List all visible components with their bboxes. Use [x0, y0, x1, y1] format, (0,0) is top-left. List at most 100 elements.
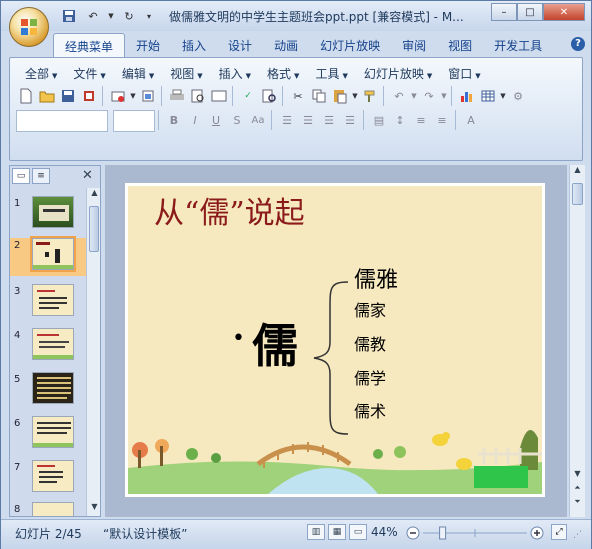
slide-thumbnail-selected[interactable]: 2 — [10, 236, 88, 276]
paste-icon[interactable] — [330, 86, 350, 106]
align-right-icon[interactable]: ☰ — [319, 110, 339, 130]
branch-item[interactable]: 儒学 — [354, 365, 386, 389]
align-center-icon[interactable]: ☰ — [298, 110, 318, 130]
print-preview-icon[interactable] — [188, 86, 208, 106]
tab-developer[interactable]: 开发工具 — [483, 33, 553, 57]
slide-thumbnail[interactable]: 1 — [10, 196, 88, 236]
align-left-icon[interactable]: ☰ — [277, 110, 297, 130]
justify-icon[interactable]: ☰ — [340, 110, 360, 130]
slide-thumbnail[interactable]: 4 — [10, 328, 88, 368]
branch-item[interactable]: 儒教 — [354, 331, 386, 355]
menu-file[interactable]: 文件 ▼ — [66, 63, 112, 84]
email-icon[interactable] — [108, 86, 128, 106]
cut-icon[interactable]: ✂ — [288, 86, 308, 106]
slide-thumbnail[interactable]: 7 — [10, 460, 88, 500]
change-case-icon[interactable]: Aa — [248, 110, 268, 130]
customize-qat-icon[interactable]: ▾ — [143, 7, 155, 25]
redo-icon[interactable]: ↷ — [419, 86, 439, 106]
branch-item[interactable]: 儒雅 — [354, 262, 398, 294]
slide-scrollbar[interactable]: ▲ ▼ ⏶ ⏷ — [569, 165, 585, 517]
fit-window-icon[interactable]: ⤢ — [551, 524, 567, 540]
menu-window[interactable]: 窗口 ▼ — [441, 63, 487, 84]
zoom-level[interactable]: 44% — [371, 525, 398, 539]
print-icon[interactable] — [167, 86, 187, 106]
font-size-combo[interactable] — [113, 110, 155, 132]
minimize-button[interactable]: – — [491, 3, 517, 21]
copy-icon[interactable] — [309, 86, 329, 106]
save-icon[interactable] — [59, 7, 79, 25]
main-character[interactable]: 儒 — [252, 310, 298, 376]
chart-icon[interactable] — [457, 86, 477, 106]
close-button[interactable]: ✕ — [543, 3, 585, 21]
branch-item[interactable]: 儒家 — [354, 297, 386, 321]
menu-tools[interactable]: 工具 ▼ — [308, 63, 354, 84]
font-name-combo[interactable] — [16, 110, 108, 132]
bullets-icon[interactable]: ≡ — [432, 110, 452, 130]
table-icon[interactable] — [478, 86, 498, 106]
slide-title[interactable]: 从“儒”说起 — [154, 194, 354, 234]
slide-thumbnail[interactable]: 8 — [10, 502, 88, 516]
permission-icon[interactable] — [79, 86, 99, 106]
zoom-slider[interactable] — [405, 524, 545, 542]
scroll-thumb[interactable] — [572, 183, 583, 205]
tab-design[interactable]: 设计 — [217, 33, 263, 57]
slide-thumbnail[interactable]: 3 — [10, 284, 88, 324]
scroll-up-icon[interactable]: ▲ — [571, 165, 584, 179]
thumbnail-scrollbar[interactable]: ▲ ▼ — [86, 188, 100, 516]
tab-classic-menu[interactable]: 经典菜单 — [53, 33, 126, 57]
chevron-down-icon[interactable]: ▼ — [440, 86, 448, 106]
slide-thumbnail[interactable]: 6 — [10, 416, 88, 456]
scroll-thumb[interactable] — [89, 206, 99, 252]
underline-icon[interactable]: U — [206, 110, 226, 130]
tab-view[interactable]: 视图 — [437, 33, 483, 57]
chevron-down-icon[interactable]: ▼ — [107, 7, 115, 25]
slide-thumbnail[interactable]: 5 — [10, 372, 88, 412]
scroll-down-icon[interactable]: ▼ — [88, 502, 101, 516]
open-folder-icon[interactable] — [37, 86, 57, 106]
tab-insert[interactable]: 插入 — [171, 33, 217, 57]
new-document-icon[interactable] — [16, 86, 36, 106]
zoom-icon[interactable]: ⚙ — [508, 86, 528, 106]
tab-animations[interactable]: 动画 — [263, 33, 309, 57]
tab-review[interactable]: 审阅 — [391, 33, 437, 57]
previous-slide-icon[interactable]: ⏶ — [571, 483, 584, 497]
resize-grip-icon[interactable]: ⋰ — [573, 530, 582, 540]
menu-slideshow[interactable]: 幻灯片放映 ▼ — [357, 63, 439, 84]
menu-view[interactable]: 视图 ▼ — [163, 63, 209, 84]
slide-sorter-icon[interactable]: ▦ — [328, 524, 346, 540]
tab-slideshow[interactable]: 幻灯片放映 — [309, 33, 391, 57]
current-slide[interactable]: 从“儒”说起 • 儒 儒雅 儒家 儒教 儒学 儒术 — [125, 183, 545, 497]
spelling-icon[interactable]: ✓ — [238, 86, 258, 106]
chevron-down-icon[interactable]: ▼ — [410, 86, 418, 106]
chevron-down-icon[interactable]: ▼ — [499, 86, 507, 106]
redo-icon[interactable]: ↻ — [119, 7, 139, 25]
slideshow-view-icon[interactable]: ▭ — [349, 524, 367, 540]
outline-tab[interactable]: ≡ — [32, 168, 50, 184]
normal-view-icon[interactable]: ▥ — [307, 524, 325, 540]
next-slide-icon[interactable]: ⏷ — [571, 497, 584, 511]
close-icon[interactable]: ✕ — [82, 168, 93, 183]
tab-home[interactable]: 开始 — [125, 33, 171, 57]
maximize-button[interactable]: □ — [517, 3, 543, 21]
menu-all[interactable]: 全部 ▼ — [18, 63, 64, 84]
shadow-icon[interactable]: S — [227, 110, 247, 130]
bold-icon[interactable]: B — [164, 110, 184, 130]
office-button[interactable] — [9, 7, 49, 47]
scroll-up-icon[interactable]: ▲ — [88, 188, 101, 202]
numbering-icon[interactable]: ≡ — [411, 110, 431, 130]
menu-insert[interactable]: 插入 ▼ — [212, 63, 258, 84]
help-icon[interactable]: ? — [571, 37, 585, 51]
save-icon[interactable] — [58, 86, 78, 106]
publish-icon[interactable] — [138, 86, 158, 106]
columns-icon[interactable]: ▤ — [369, 110, 389, 130]
undo-icon[interactable]: ↶ — [389, 86, 409, 106]
screen-icon[interactable] — [209, 86, 229, 106]
font-color-icon[interactable]: A — [461, 110, 481, 130]
undo-icon[interactable]: ↶ — [83, 7, 103, 25]
chevron-down-icon[interactable]: ▼ — [129, 86, 137, 106]
format-painter-icon[interactable] — [360, 86, 380, 106]
scroll-down-icon[interactable]: ▼ — [571, 469, 584, 483]
chevron-down-icon[interactable]: ▼ — [351, 86, 359, 106]
line-spacing-icon[interactable]: ↕ — [390, 110, 410, 130]
slides-tab[interactable]: ▭ — [12, 168, 30, 184]
